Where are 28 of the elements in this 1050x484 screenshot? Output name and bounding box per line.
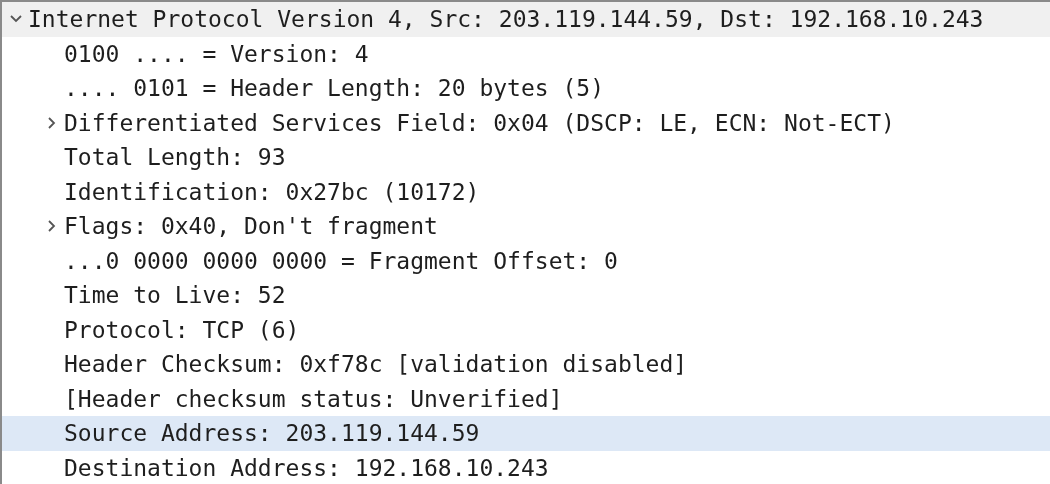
tree-label: ...0 0000 0000 0000 = Fragment Offset: 0 [64, 247, 618, 274]
tree-row[interactable]: Source Address: 203.119.144.59 [2, 416, 1050, 451]
tree-row[interactable]: Destination Address: 192.168.10.243 [2, 450, 1050, 484]
tree-row[interactable]: Header Checksum: 0xf78c [validation disabled] [2, 347, 1050, 382]
tree-label: Time to Live: 52 [64, 282, 286, 309]
tree-label: Total Length: 93 [64, 144, 286, 171]
tree-row[interactable]: Protocol: TCP (6) [2, 312, 1050, 347]
tree-row[interactable]: [Header checksum status: Unverified] [2, 381, 1050, 416]
tree-label: [Header checksum status: Unverified] [64, 385, 563, 412]
tree-row[interactable]: ...0 0000 0000 0000 = Fragment Offset: 0 [2, 243, 1050, 278]
tree-row[interactable]: 0100 .... = Version: 4 [2, 36, 1050, 71]
tree-label: Protocol: TCP (6) [64, 316, 300, 343]
tree-label: Identification: 0x27bc (10172) [64, 178, 480, 205]
tree-row[interactable]: Total Length: 93 [2, 140, 1050, 175]
tree-row[interactable]: Internet Protocol Version 4, Src: 203.119.144.59, Dst: 192.168.10.243 [2, 2, 1050, 37]
tree-label: .... 0101 = Header Length: 20 bytes (5) [64, 75, 605, 102]
tree-row[interactable]: Time to Live: 52 [2, 278, 1050, 313]
tree-row[interactable]: Flags: 0x40, Don't fragment [2, 209, 1050, 244]
tree-label: Source Address: 203.119.144.59 [64, 420, 480, 447]
tree-row[interactable]: Differentiated Services Field: 0x04 (DSCP: LE, ECN: Not-ECT) [2, 105, 1050, 140]
tree-label: Internet Protocol Version 4, Src: 203.119.144.59, Dst: 192.168.10.243 [28, 6, 984, 33]
tree-row[interactable]: .... 0101 = Header Length: 20 bytes (5) [2, 71, 1050, 106]
tree-label: Header Checksum: 0xf78c [validation disabled] [64, 351, 688, 378]
tree-label: Differentiated Services Field: 0x04 (DSCP: LE, ECN: Not-ECT) [64, 109, 895, 136]
tree-label: Flags: 0x40, Don't fragment [64, 213, 438, 240]
tree-row[interactable]: Identification: 0x27bc (10172) [2, 174, 1050, 209]
tree-label: Destination Address: 192.168.10.243 [64, 454, 549, 481]
tree-label: 0100 .... = Version: 4 [64, 40, 369, 67]
